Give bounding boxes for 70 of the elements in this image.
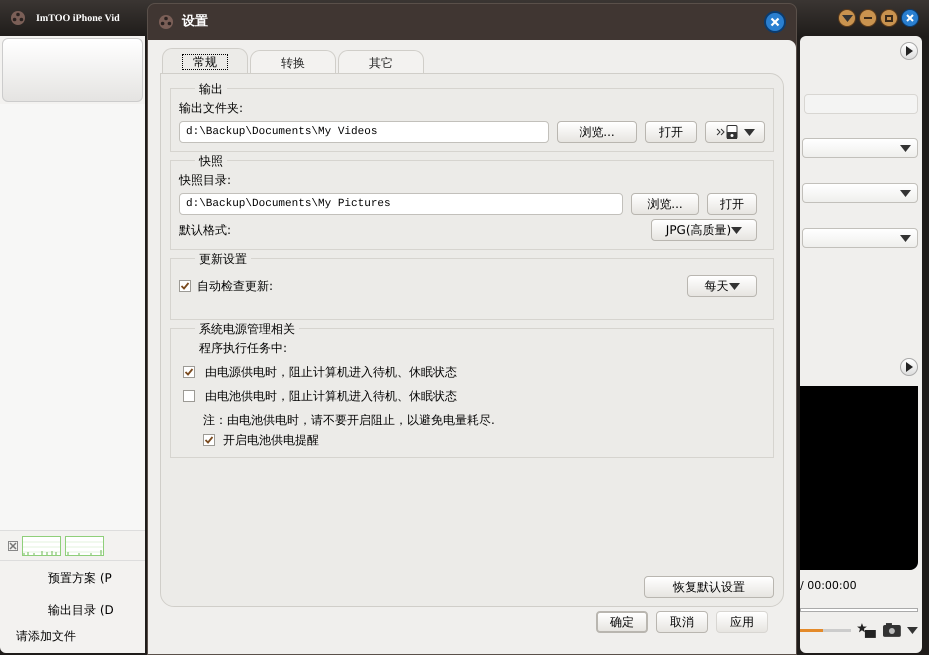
checkbox-label: 由电池供电时，阻止计算机进入待机、休眠状态: [205, 388, 457, 405]
dialog-button[interactable]: 取消: [656, 611, 708, 633]
checkbox[interactable]: [183, 366, 195, 378]
frequency-dropdown[interactable]: 每天: [687, 275, 757, 297]
checkbox-label: 由电源供电时，阻止计算机进入待机、休眠状态: [205, 364, 457, 381]
section-text: 程序执行任务中:: [198, 340, 288, 357]
open-button[interactable]: 打开: [707, 193, 757, 215]
caret-icon: [744, 128, 754, 136]
checkbox[interactable]: [203, 434, 215, 446]
checkbox-label: 自动检查更新:: [197, 278, 274, 295]
close-icon[interactable]: [8, 540, 18, 550]
caret-icon: [842, 14, 852, 22]
film-reel-icon: [158, 14, 174, 30]
close-icon: [906, 14, 914, 22]
maximize-button[interactable]: [880, 9, 898, 27]
checkbox-label: 开启电池供电提醒: [223, 432, 319, 449]
caret-icon: [731, 226, 742, 234]
menu-button[interactable]: [838, 9, 856, 27]
browse-button[interactable]: 浏览...: [631, 193, 699, 215]
check-icon: [184, 367, 194, 377]
close-icon: [770, 17, 780, 27]
path-field[interactable]: d:\Backup\Documents\My Videos: [179, 121, 549, 143]
camera-icon[interactable]: [883, 623, 902, 637]
time-display: / 00:00:00: [800, 580, 858, 592]
profile-field[interactable]: [804, 94, 918, 114]
star-photo-icon: [857, 622, 878, 638]
caret-icon: [900, 234, 911, 242]
play-icon: [905, 362, 913, 372]
preset-label: 预置方案 (P: [48, 570, 113, 587]
play-button[interactable]: [900, 42, 918, 60]
send-to-device-icon: [716, 125, 740, 139]
caret-icon: [728, 282, 740, 290]
path-field[interactable]: d:\Backup\Documents\My Pictures: [179, 193, 623, 215]
status-text: 请添加文件: [15, 628, 77, 645]
field-label: 默认格式:: [179, 222, 232, 239]
check-icon: [180, 281, 190, 291]
tab[interactable]: 其它: [338, 50, 424, 74]
tab[interactable]: 常规: [162, 48, 248, 74]
output-label: 输出目录 (D: [48, 602, 114, 619]
cpu-graph-icon: [22, 536, 61, 556]
dialog-button[interactable]: 确定: [596, 611, 648, 633]
check-icon: [204, 435, 214, 445]
caret-icon: [900, 190, 911, 196]
group-legend: 快照: [195, 153, 227, 169]
app-title: ImTOO iPhone Vid: [36, 12, 120, 26]
note-text: 注：由电池供电时，请不要开启阻止，以避免电量耗尽.: [202, 412, 496, 429]
group-legend: 系统电源管理相关: [195, 321, 299, 337]
minimize-button[interactable]: [859, 9, 877, 27]
open-button[interactable]: 打开: [645, 121, 697, 143]
volume-slider[interactable]: [800, 628, 852, 632]
film-reel-icon: [10, 10, 26, 26]
checkbox[interactable]: [179, 280, 191, 292]
play-button[interactable]: [900, 358, 918, 376]
group-legend: 更新设置: [195, 251, 251, 267]
field-label: 输出文件夹:: [179, 100, 244, 117]
close-button[interactable]: [764, 11, 786, 33]
group-legend: 输出: [195, 81, 227, 97]
caret-icon: [900, 144, 911, 152]
checkbox[interactable]: [183, 390, 195, 402]
caret-icon: [907, 626, 918, 634]
play-icon: [905, 46, 913, 56]
browse-button[interactable]: 浏览...: [557, 121, 637, 143]
close-button[interactable]: [901, 9, 919, 27]
format-dropdown[interactable]: JPG(高质量): [651, 219, 757, 241]
field-label: 快照目录:: [179, 172, 232, 189]
cpu-graph-icon: [65, 536, 104, 556]
device-button[interactable]: [705, 121, 765, 143]
dialog-title: 设置: [182, 13, 208, 32]
tab[interactable]: 转换: [250, 50, 336, 74]
restore-defaults-button[interactable]: 恢复默认设置: [644, 576, 774, 598]
